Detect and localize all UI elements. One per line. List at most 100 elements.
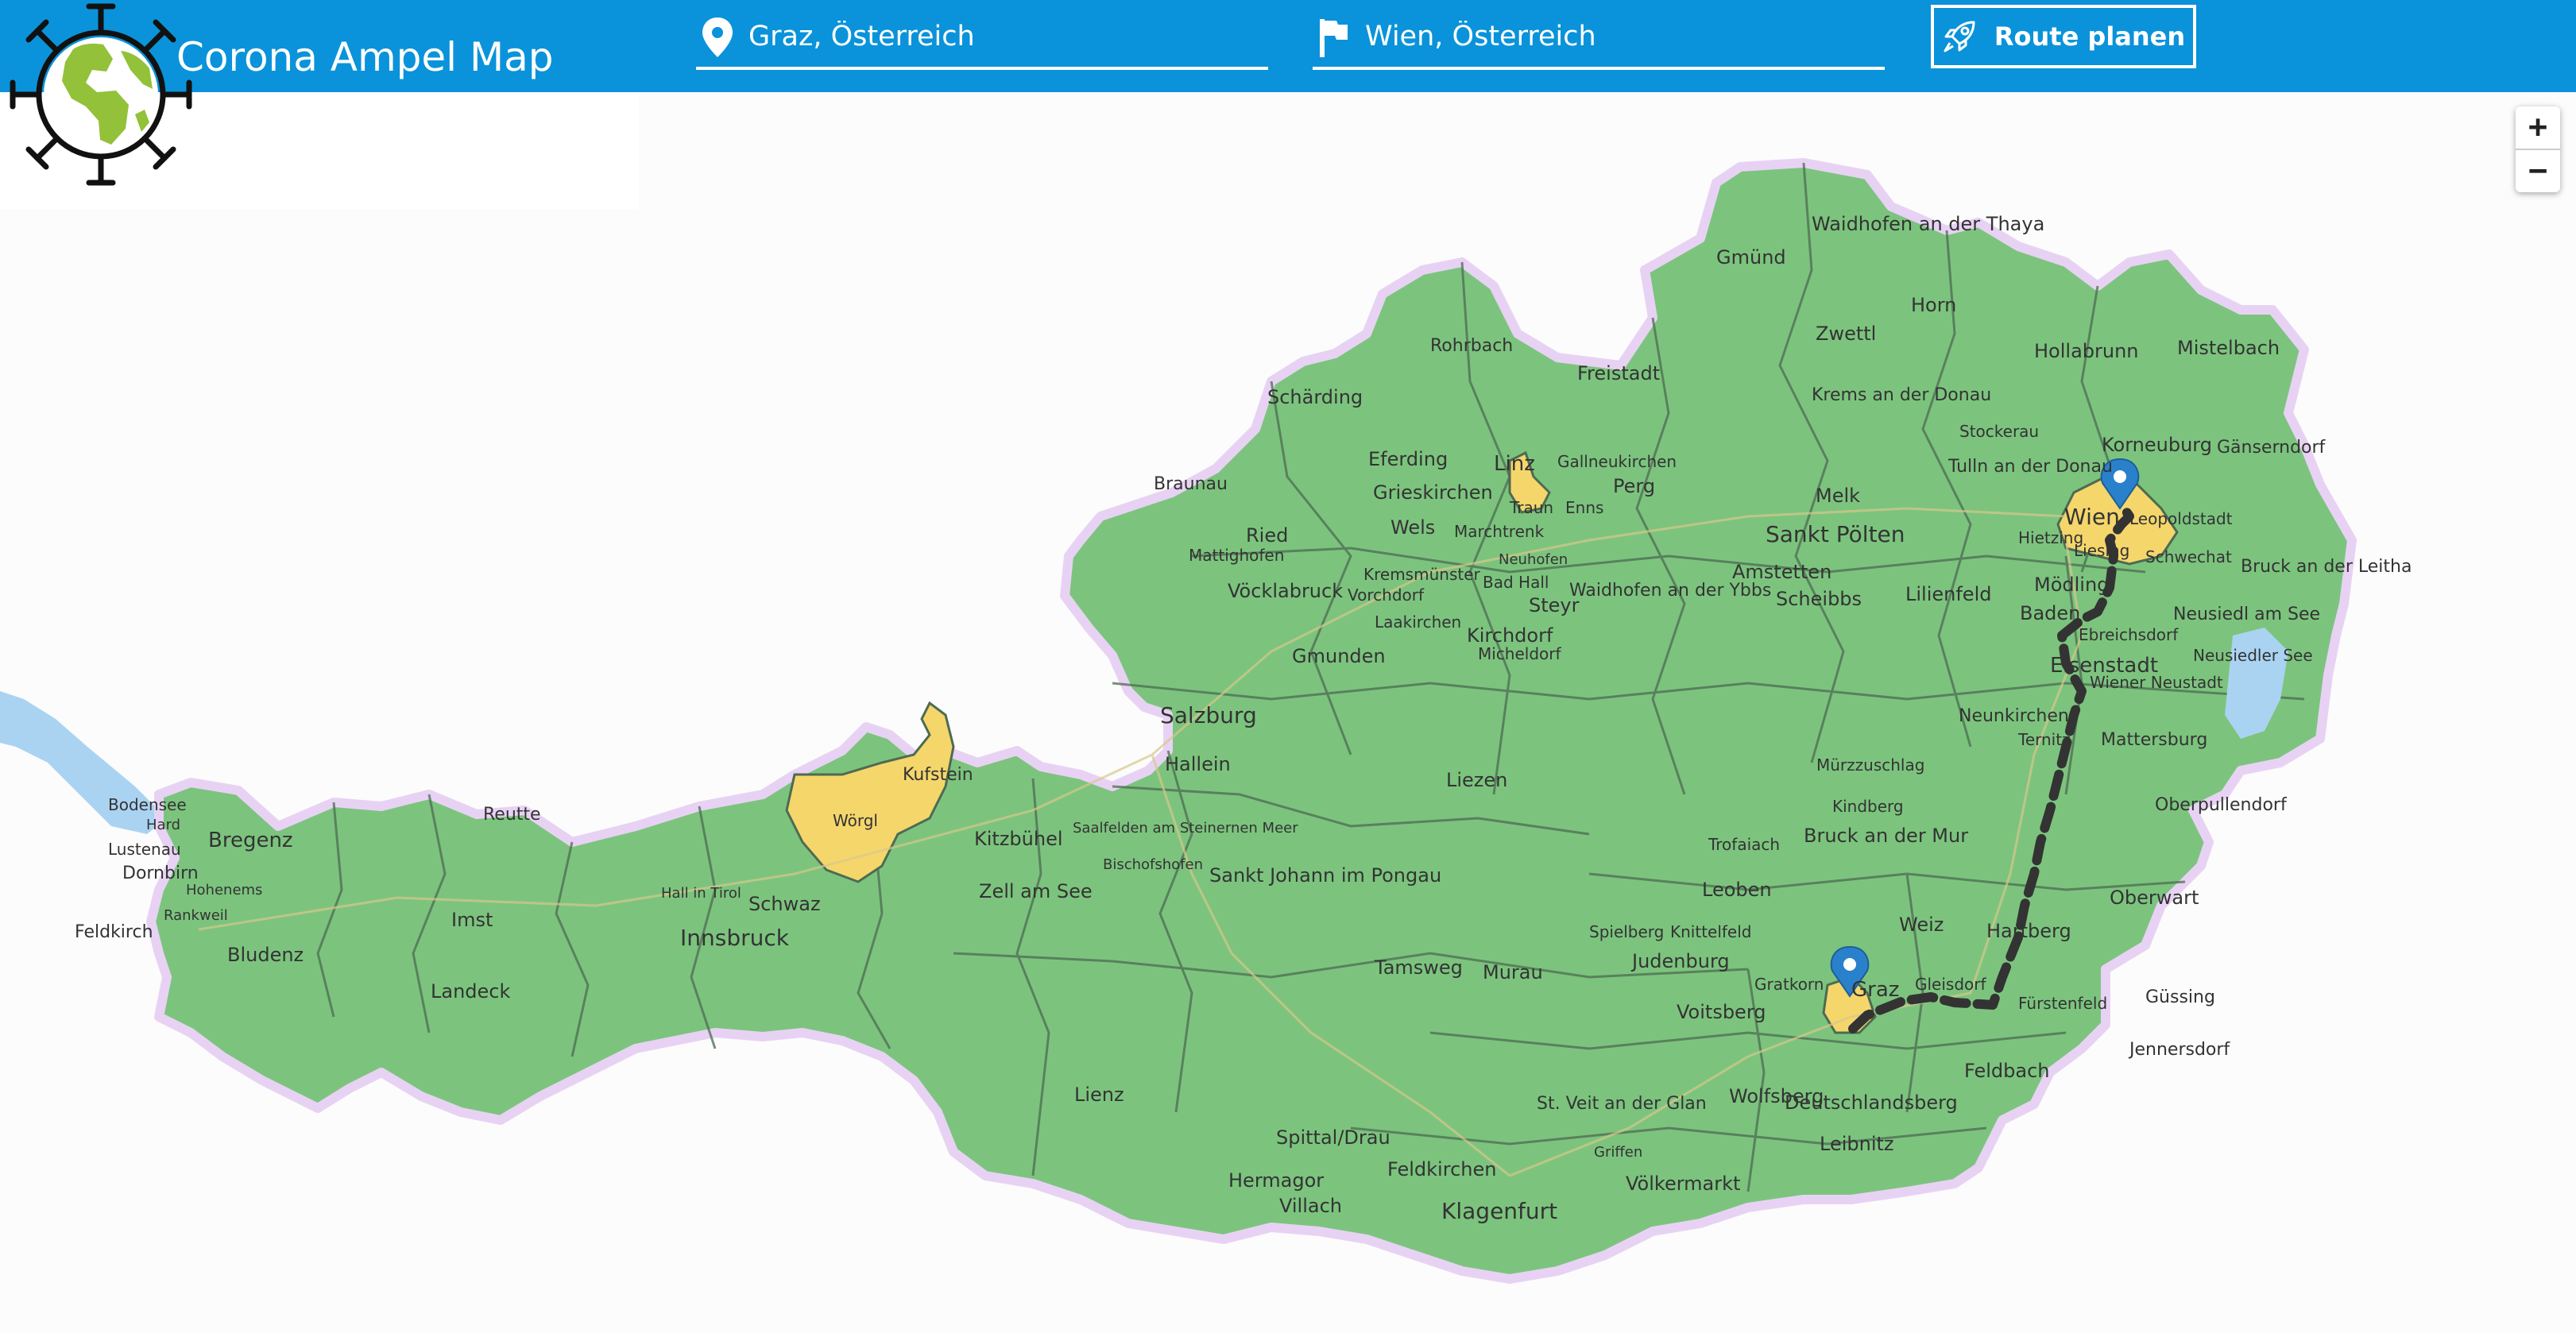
svg-text:Leoben: Leoben (1702, 879, 1772, 901)
svg-text:Deutschlandsberg: Deutschlandsberg (1785, 1092, 1958, 1114)
svg-text:Mödling: Mödling (2034, 574, 2109, 596)
svg-text:Perg: Perg (1613, 475, 1655, 497)
svg-text:Voitsberg: Voitsberg (1677, 1001, 1766, 1023)
svg-text:Schwechat: Schwechat (2145, 547, 2232, 566)
destination-input[interactable] (1365, 11, 1880, 62)
svg-text:Mattighofen: Mattighofen (1189, 546, 1284, 565)
zoom-control: + − (2516, 106, 2560, 192)
svg-text:Salzburg: Salzburg (1160, 702, 1257, 728)
svg-text:Kindberg: Kindberg (1832, 797, 1904, 816)
svg-text:Krems an der Donau: Krems an der Donau (1812, 385, 1991, 405)
svg-text:Gänserndorf: Gänserndorf (2217, 438, 2327, 458)
svg-text:Villach: Villach (1279, 1195, 1342, 1217)
map-area[interactable]: Waidhofen an der Thaya Gmünd Horn Zwettl… (0, 92, 2576, 1333)
svg-text:Braunau: Braunau (1154, 474, 1228, 494)
austria-map[interactable]: Waidhofen an der Thaya Gmünd Horn Zwettl… (0, 92, 2576, 1333)
svg-text:Amstetten: Amstetten (1732, 561, 1831, 583)
svg-text:Fürstenfeld: Fürstenfeld (2018, 994, 2107, 1013)
origin-input[interactable] (748, 11, 1263, 62)
svg-text:Gleisdorf: Gleisdorf (1915, 975, 1986, 994)
svg-text:Waidhofen an der Ybbs: Waidhofen an der Ybbs (1569, 581, 1771, 601)
svg-text:Enns: Enns (1565, 498, 1603, 517)
svg-text:Tamsweg: Tamsweg (1374, 956, 1463, 979)
app-title: Corona Ampel Map (176, 34, 554, 80)
svg-text:Spielberg: Spielberg (1589, 922, 1664, 941)
svg-text:Leibnitz: Leibnitz (1820, 1133, 1894, 1155)
svg-text:Mistelbach: Mistelbach (2177, 337, 2280, 359)
destination-field[interactable] (1313, 11, 1885, 70)
svg-text:Innsbruck: Innsbruck (680, 925, 790, 951)
rocket-icon (1944, 21, 1975, 52)
svg-text:Ried: Ried (1246, 524, 1288, 547)
svg-text:Laakirchen: Laakirchen (1375, 612, 1461, 632)
svg-text:Vorchdorf: Vorchdorf (1348, 585, 1425, 605)
svg-text:Tulln an der Donau: Tulln an der Donau (1947, 457, 2113, 477)
zoom-in-button[interactable]: + (2516, 106, 2560, 150)
svg-text:Zell am See: Zell am See (979, 880, 1093, 902)
svg-text:Micheldorf: Micheldorf (1478, 644, 1562, 663)
svg-text:Scheibbs: Scheibbs (1776, 588, 1862, 610)
svg-text:Griffen: Griffen (1594, 1144, 1642, 1161)
svg-text:Rankweil: Rankweil (164, 907, 228, 924)
route-plan-button[interactable]: Route planen (1931, 5, 2196, 68)
svg-text:Kitzbühel: Kitzbühel (974, 828, 1063, 850)
svg-text:Ternitz: Ternitz (2017, 730, 2071, 749)
svg-text:Oberpullendorf: Oberpullendorf (2155, 795, 2288, 815)
svg-text:Wiener Neustadt: Wiener Neustadt (2090, 673, 2223, 692)
svg-text:Graz: Graz (1851, 978, 1899, 1002)
svg-text:Gmunden: Gmunden (1292, 645, 1386, 667)
svg-text:Lilienfeld: Lilienfeld (1905, 583, 1991, 605)
svg-text:Hall in Tirol: Hall in Tirol (661, 885, 741, 902)
svg-text:Güssing: Güssing (2145, 987, 2215, 1007)
svg-text:Melk: Melk (1816, 485, 1860, 507)
svg-text:Liezen: Liezen (1446, 769, 1507, 791)
svg-text:Gratkorn: Gratkorn (1754, 975, 1824, 994)
svg-text:Schwaz: Schwaz (748, 893, 821, 915)
svg-text:Sankt Johann im Pongau: Sankt Johann im Pongau (1209, 864, 1441, 887)
svg-text:Bruck an der Leitha: Bruck an der Leitha (2241, 557, 2412, 577)
svg-text:St. Veit an der Glan: St. Veit an der Glan (1537, 1094, 1707, 1114)
svg-text:Neusiedl am See: Neusiedl am See (2173, 605, 2320, 624)
svg-text:Trofaiach: Trofaiach (1708, 835, 1780, 854)
zoom-out-button[interactable]: − (2516, 150, 2560, 192)
svg-text:Kremsmünster: Kremsmünster (1363, 565, 1481, 584)
svg-text:Zwettl: Zwettl (1816, 323, 1876, 345)
svg-text:Mürzzuschlag: Mürzzuschlag (1816, 755, 1924, 775)
svg-text:Stockerau: Stockerau (1959, 422, 2039, 441)
svg-text:Imst: Imst (451, 909, 493, 931)
svg-text:Feldkirch: Feldkirch (75, 922, 153, 942)
svg-text:Neunkirchen: Neunkirchen (1959, 706, 2069, 726)
svg-text:Saalfelden am Steinernen Meer: Saalfelden am Steinernen Meer (1073, 820, 1298, 837)
svg-text:Hallein: Hallein (1165, 753, 1231, 775)
svg-text:Kirchdorf: Kirchdorf (1467, 624, 1553, 647)
svg-text:Judenburg: Judenburg (1630, 950, 1730, 972)
svg-text:Bludenz: Bludenz (227, 944, 304, 966)
svg-text:Neuhofen: Neuhofen (1499, 551, 1568, 568)
svg-text:Hohenems: Hohenems (186, 882, 262, 898)
svg-text:Schärding: Schärding (1267, 386, 1363, 408)
svg-text:Lienz: Lienz (1074, 1084, 1124, 1106)
svg-text:Marchtrenk: Marchtrenk (1454, 522, 1545, 541)
svg-text:Vöcklabruck: Vöcklabruck (1228, 580, 1343, 602)
svg-text:Bruck an der Mur: Bruck an der Mur (1804, 825, 1968, 847)
svg-text:Rohrbach: Rohrbach (1430, 336, 1513, 356)
virus-globe-icon (10, 3, 192, 186)
svg-text:Knittelfeld: Knittelfeld (1670, 922, 1752, 941)
svg-text:Liesing: Liesing (2074, 541, 2129, 560)
svg-text:Hollabrunn: Hollabrunn (2034, 340, 2139, 362)
svg-text:Völkermarkt: Völkermarkt (1626, 1173, 1740, 1195)
svg-text:Reutte: Reutte (483, 805, 541, 825)
svg-text:Jennersdorf: Jennersdorf (2128, 1040, 2230, 1060)
svg-text:Weiz: Weiz (1899, 914, 1944, 936)
app-root: Corona Ampel Map Route planen + − (0, 0, 2576, 1333)
svg-text:Feldbach: Feldbach (1964, 1060, 2050, 1082)
svg-text:Linz: Linz (1494, 452, 1535, 476)
svg-text:Spittal/Drau: Spittal/Drau (1276, 1126, 1390, 1149)
svg-text:Hermagor: Hermagor (1228, 1169, 1324, 1192)
svg-text:Baden: Baden (2020, 602, 2080, 624)
svg-text:Bischofshofen: Bischofshofen (1103, 856, 1203, 873)
svg-text:Wien: Wien (2064, 504, 2120, 530)
origin-field[interactable] (696, 11, 1268, 70)
location-pin-icon (702, 17, 733, 57)
svg-text:Wels: Wels (1390, 516, 1435, 539)
